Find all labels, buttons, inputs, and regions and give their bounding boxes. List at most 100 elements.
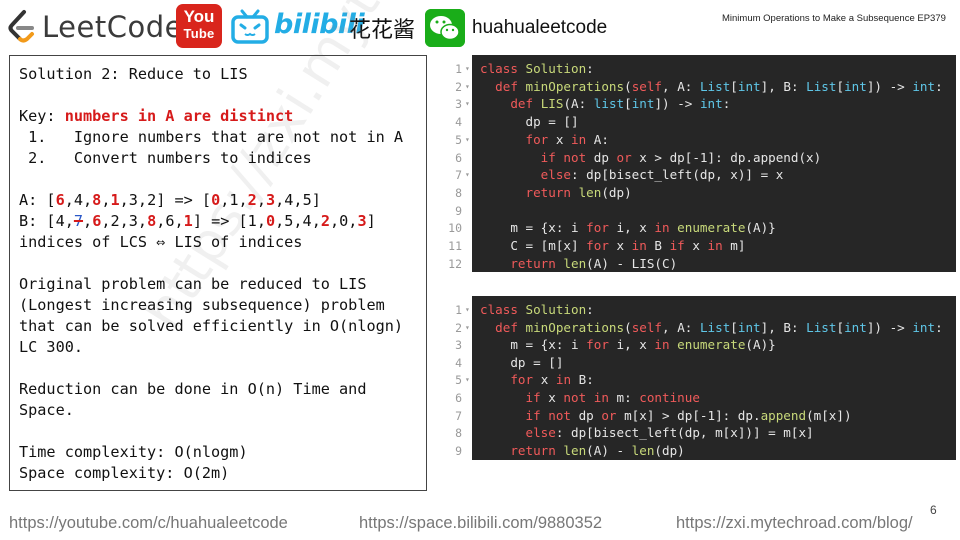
- code-token: in: [631, 238, 655, 253]
- code-token: x: [692, 238, 708, 253]
- line-number: 6: [455, 391, 462, 405]
- a-index: 0: [211, 191, 221, 209]
- code-token: ], B:: [760, 78, 807, 94]
- code-token: enumerate: [677, 337, 746, 353]
- code-token: A:: [593, 131, 609, 147]
- footer-youtube-url: https://youtube.com/c/huahualeetcode: [9, 514, 288, 532]
- code-token: len: [578, 184, 602, 200]
- para1-line: that can be solved efficiently in O(nlog…: [19, 317, 404, 335]
- code-token: self: [631, 78, 663, 94]
- a-text: ,: [256, 191, 266, 209]
- code-token: :: [722, 96, 731, 112]
- code-token: x: [540, 372, 556, 388]
- line-number: 8: [455, 185, 462, 200]
- array-b-line: B: [4,7,6,2,3,8,6,1] => [1,0,5,4,2,0,3]: [19, 212, 376, 230]
- line-number: 3: [455, 97, 462, 112]
- code-token: (A) - LIS(C): [586, 255, 678, 271]
- code-token: class: [480, 61, 526, 76]
- code-token: int: [699, 96, 723, 112]
- code-token: if: [525, 390, 549, 405]
- a-value: 6: [55, 191, 65, 209]
- line-number: 1: [455, 303, 462, 317]
- code-token: append: [760, 407, 807, 423]
- line-number: 5: [455, 132, 462, 147]
- code-token: in: [707, 238, 731, 253]
- code-line: if not dp or x > dp[-1]: dp.append(x): [480, 149, 822, 165]
- line-number: 5: [455, 373, 462, 388]
- code-token: List: [806, 78, 837, 94]
- fold-arrow-icon[interactable]: ▾: [465, 64, 470, 73]
- code-line: def minOperations(self, A: List[int], B:…: [480, 320, 943, 335]
- code-token: :: [586, 302, 594, 317]
- code-token: x > dp[-1]: dp.append(x): [639, 149, 822, 165]
- fold-arrow-icon[interactable]: ▾: [465, 170, 470, 179]
- code-line: if x not in m: continue: [480, 390, 700, 405]
- code-token: List: [699, 78, 731, 94]
- a-text: ,4,5]: [275, 191, 321, 209]
- code-token: dp = []: [480, 354, 564, 370]
- code-token: [: [624, 96, 632, 112]
- code-token: (dp): [601, 184, 632, 200]
- fold-arrow-icon[interactable]: ▾: [465, 135, 470, 144]
- code-token: in: [654, 337, 678, 353]
- a-text: ,3,2] => [: [119, 191, 212, 209]
- notes-title: Solution 2: Reduce to LIS: [19, 65, 248, 83]
- b-index: 0: [265, 212, 276, 230]
- a-text: A: [: [19, 191, 56, 209]
- b-text: ,6,: [156, 212, 184, 230]
- code-token: in: [571, 131, 594, 147]
- fold-arrow-icon[interactable]: ▾: [465, 82, 470, 91]
- code-token: len: [631, 442, 655, 458]
- para2-line: Reduction can be done in O(n) Time and: [19, 380, 367, 398]
- line-number: 10: [448, 221, 462, 236]
- bilibili-tv-icon: [231, 9, 269, 44]
- b-text: ,0,: [330, 212, 358, 230]
- a-value: 1: [110, 191, 120, 209]
- line-number: 9: [455, 443, 462, 458]
- line-number: 1: [455, 62, 462, 76]
- line-number: 8: [455, 426, 462, 441]
- fold-arrow-icon[interactable]: ▾: [465, 99, 470, 108]
- b-text: ,5,4,: [275, 212, 321, 230]
- code-token: len: [563, 255, 587, 271]
- code-token: minOperations: [525, 319, 625, 335]
- line-number: 7: [455, 408, 462, 423]
- b-value: 6: [92, 212, 102, 230]
- code-token: (dp): [654, 442, 685, 458]
- episode-title: Minimum Operations to Make a Subsequence…: [722, 13, 946, 24]
- code-token: continue: [639, 390, 700, 405]
- key-label: Key:: [19, 107, 65, 125]
- code-token: , A:: [662, 78, 700, 94]
- code-token: (A) -: [586, 442, 632, 458]
- time-complexity: Time complexity: O(nlogm): [19, 443, 248, 461]
- footer-bilibili-url: https://space.bilibili.com/9880352: [359, 514, 603, 532]
- fold-arrow-icon[interactable]: ▾: [465, 323, 470, 332]
- fold-arrow-icon[interactable]: ▾: [465, 375, 470, 384]
- line-number: 12: [448, 256, 462, 271]
- line-number: 11: [448, 239, 462, 253]
- code-token: i, x: [616, 220, 655, 236]
- b-text: ] => [1,: [192, 212, 266, 230]
- code-token: in: [654, 220, 678, 236]
- code-token: m = {x: i: [480, 220, 587, 236]
- code-token: dp: [593, 149, 617, 165]
- fold-arrow-icon[interactable]: ▾: [465, 305, 470, 314]
- code-token: m = {x: i: [480, 337, 587, 353]
- code-token: in: [555, 372, 579, 388]
- code-token: not in: [563, 390, 617, 405]
- code-token: Solution: [525, 61, 587, 76]
- line-number: 9: [455, 203, 462, 218]
- a-text: ,4,: [64, 191, 93, 209]
- leetcode-wordmark: LeetCode: [42, 10, 183, 44]
- leetcode-icon: [8, 10, 34, 43]
- page-number: 6: [930, 503, 937, 517]
- key-value: numbers in A are distinct: [64, 107, 294, 125]
- line-number: 2: [455, 79, 462, 94]
- para1-line: (Longest increasing subsequence) problem: [19, 296, 385, 314]
